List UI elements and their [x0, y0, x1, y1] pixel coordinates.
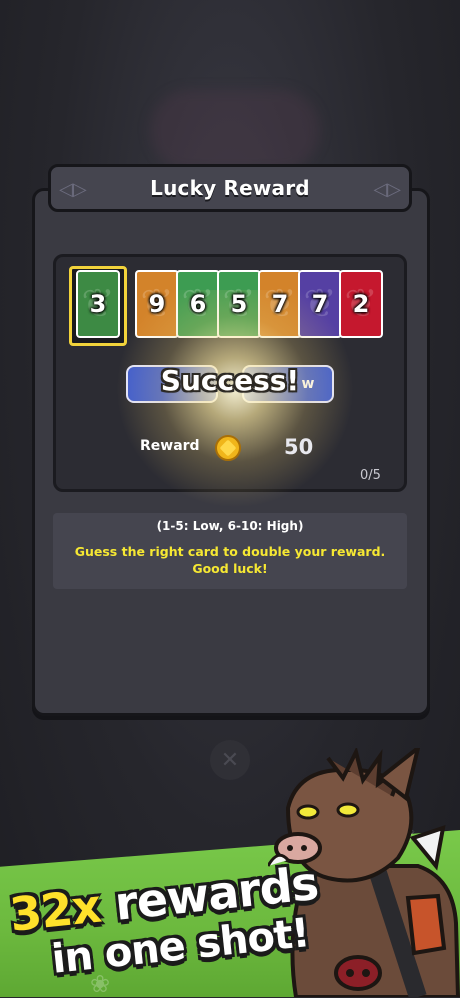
- close-button-faded[interactable]: ✕: [210, 740, 250, 780]
- attempt-progress: 0/5: [360, 468, 381, 483]
- card-value: 6: [189, 290, 207, 318]
- card-history: ❦ 2: [339, 270, 383, 338]
- close-icon: ✕: [220, 747, 240, 773]
- background-character-silhouette: [150, 90, 320, 170]
- card-value: 7: [271, 290, 289, 318]
- card-history: ❦ 5: [217, 270, 261, 338]
- left-ornament-icon: ◁▷: [59, 179, 87, 200]
- card-value: 5: [230, 290, 248, 318]
- card-value: 2: [352, 290, 370, 318]
- right-ornament-icon: ◁▷: [373, 179, 401, 200]
- card-history: ❦ 6: [176, 270, 220, 338]
- card-value: 9: [148, 290, 166, 318]
- card-current: ❦ 3: [76, 270, 120, 338]
- card-value: 3: [89, 290, 107, 318]
- tip-line-2: Good luck!: [192, 561, 268, 576]
- gold-coin-icon: [215, 435, 241, 461]
- reward-label: Reward: [140, 438, 200, 454]
- tip-line-1: Guess the right card to double your rewa…: [74, 544, 386, 559]
- tip-text: Guess the right card to double your rewa…: [53, 543, 407, 577]
- card-history: ❦ 7: [258, 270, 302, 338]
- card-history: ❦ 7: [298, 270, 342, 338]
- reward-value: 50: [284, 435, 314, 459]
- dialog-title: Lucky Reward: [150, 176, 310, 200]
- success-text: Success!: [160, 364, 300, 397]
- card-history: ❦ 9: [135, 270, 179, 338]
- dialog-title-bar: ◁▷ Lucky Reward ◁▷: [48, 164, 412, 212]
- card-value: 7: [311, 290, 329, 318]
- range-hint: (1-5: Low, 6-10: High): [156, 519, 304, 533]
